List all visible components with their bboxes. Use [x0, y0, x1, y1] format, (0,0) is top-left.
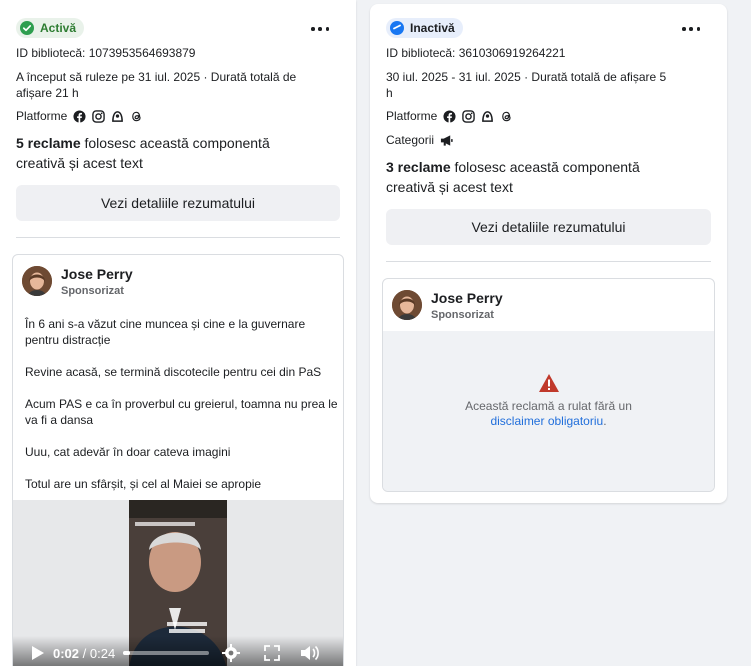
ads-count-text: folosesc această componentă — [450, 159, 640, 175]
sponsored-label: Sponsorizat — [61, 285, 124, 297]
summary-details-button[interactable]: Vezi detaliile rezumatului — [386, 209, 711, 245]
ad-card-inactive: Inactivă ID bibliotecă: 3610306919264221… — [370, 4, 727, 503]
summary-details-button[interactable]: Vezi detaliile rezumatului — [16, 185, 340, 221]
run-info-line1: 30 iul. 2025 - 31 iul. 2025 · Durată tot… — [386, 70, 667, 84]
video-controls: 0:02 / 0:24 — [13, 636, 343, 666]
status-badge: Activă — [16, 18, 85, 38]
instagram-icon — [92, 109, 106, 123]
info-circle-icon — [390, 21, 404, 35]
audience-network-icon — [112, 110, 124, 122]
ad-text-line: Acum PAS e ca în proverbul cu greierul, … — [25, 397, 338, 411]
more-options-icon[interactable] — [311, 26, 329, 32]
threads-icon — [132, 111, 141, 121]
ad-text-line: va fi a dansa — [25, 413, 94, 427]
page-name[interactable]: Jose Perry — [431, 290, 503, 306]
ads-count-bold: 3 reclame — [386, 159, 451, 175]
ad-text-line: Uuu, cat adevăr în doar cateva imagini — [25, 445, 231, 459]
avatar[interactable] — [22, 266, 52, 296]
avatar[interactable] — [392, 290, 422, 320]
ad-preview: Jose Perry Sponsorizat Această reclamă a… — [382, 278, 715, 492]
ad-text-line: În 6 ani s-a văzut cine muncea și cine e… — [25, 317, 306, 331]
video-progress-bar[interactable] — [123, 651, 210, 655]
facebook-icon — [73, 109, 86, 123]
more-options-icon[interactable] — [682, 26, 700, 32]
ad-card-active: Activă ID bibliotecă: 1073953564693879 A… — [0, 0, 356, 666]
warning-triangle-icon — [539, 374, 559, 392]
categories-row: Categorii — [386, 133, 459, 147]
platforms-label: Platforme — [386, 109, 438, 123]
settings-gear-icon[interactable] — [221, 643, 241, 663]
volume-icon[interactable] — [299, 643, 321, 663]
warning-end: . — [603, 414, 607, 428]
facebook-icon — [443, 109, 456, 123]
ads-count-text: folosesc această componentă — [80, 135, 270, 151]
platforms-row: Platforme — [16, 109, 149, 123]
video-time: 0:02 / 0:24 — [53, 646, 115, 661]
sponsored-label: Sponsorizat — [431, 309, 494, 321]
run-info-line1: A început să ruleze pe 31 iul. 2025 · Du… — [16, 70, 297, 84]
status-label: Inactivă — [410, 21, 455, 35]
ads-count: 5 reclame folosesc această componentă — [16, 133, 270, 153]
ad-text-line: pentru distracție — [25, 333, 111, 347]
ad-text-line: Revine acasă, se termină discotecile pen… — [25, 365, 322, 379]
categories-label: Categorii — [386, 133, 435, 147]
audience-network-icon — [482, 110, 494, 122]
page-name[interactable]: Jose Perry — [61, 266, 133, 282]
warning-text-line1: Această reclamă a rulat fără un — [465, 399, 632, 413]
video-progress-fill — [123, 651, 131, 655]
platforms-row: Platforme — [386, 109, 519, 123]
disclaimer-warning-box: Această reclamă a rulat fără un disclaim… — [383, 331, 714, 491]
run-info-line2: h — [386, 86, 393, 100]
status-label: Activă — [40, 21, 77, 35]
ad-preview: Jose Perry Sponsorizat În 6 ani s-a văzu… — [12, 254, 344, 666]
library-id: ID bibliotecă: 1073953564693879 — [16, 46, 196, 60]
ads-count: 3 reclame folosesc această componentă — [386, 157, 640, 177]
video-duration: / 0:24 — [79, 645, 116, 661]
platforms-label: Platforme — [16, 109, 68, 123]
video-current-time: 0:02 — [53, 645, 80, 661]
threads-icon — [502, 111, 511, 121]
library-id: ID bibliotecă: 3610306919264221 — [386, 46, 566, 60]
ads-count-line2: creativă și acest text — [16, 155, 143, 171]
warning-text-line2: disclaimer obligatoriu. — [383, 414, 714, 429]
video-player[interactable]: 0:02 / 0:24 — [13, 500, 343, 666]
ad-text-line: Totul are un sfârșit, și cel al Maiei se… — [25, 477, 262, 491]
divider — [386, 261, 711, 262]
divider — [16, 237, 340, 238]
check-circle-icon — [20, 21, 34, 35]
instagram-icon — [462, 109, 476, 123]
disclaimer-link[interactable]: disclaimer obligatoriu — [490, 414, 603, 428]
play-icon[interactable] — [27, 643, 47, 663]
ads-count-bold: 5 reclame — [16, 135, 81, 151]
run-info-line2: afișare 21 h — [16, 86, 79, 100]
status-badge: Inactivă — [386, 18, 463, 38]
megaphone-icon — [440, 134, 453, 146]
fullscreen-icon[interactable] — [263, 644, 281, 662]
ads-count-line2: creativă și acest text — [386, 179, 513, 195]
